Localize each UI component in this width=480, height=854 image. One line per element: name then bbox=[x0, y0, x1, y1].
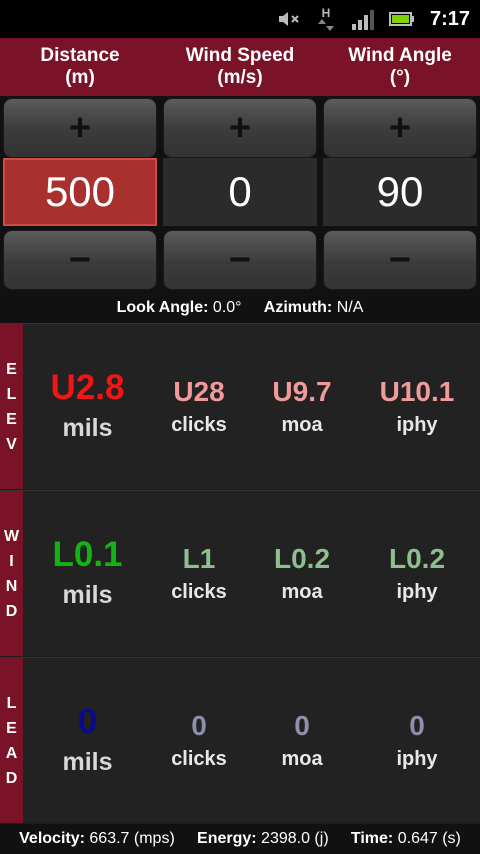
azimuth-label: Azimuth: bbox=[263, 299, 333, 316]
battery-icon bbox=[388, 0, 416, 38]
distance-value[interactable]: 500 bbox=[3, 158, 157, 226]
wind-panel: W I N D L0.1 mils L1 clicks L0.2 moa L0.… bbox=[0, 490, 480, 656]
label-letter: A bbox=[5, 744, 18, 762]
wind-speed-title: Wind Speed bbox=[185, 45, 295, 66]
wind-moa-unit: moa bbox=[281, 581, 323, 603]
wind-angle-unit: (°) bbox=[389, 67, 411, 88]
lead-moa: 0 moa bbox=[247, 710, 357, 771]
distance-decrement-button[interactable]: − bbox=[3, 230, 157, 290]
elevation-iphy-value: U10.1 bbox=[379, 376, 455, 407]
label-letter: L bbox=[6, 694, 17, 712]
label-letter: W bbox=[3, 527, 20, 545]
wind-clicks: L1 clicks bbox=[144, 543, 254, 604]
distance-unit: (m) bbox=[65, 67, 95, 88]
elevation-moa: U9.7 moa bbox=[247, 376, 357, 437]
wind-moa: L0.2 moa bbox=[247, 543, 357, 604]
lead-mils: 0 mils bbox=[25, 702, 150, 777]
azimuth-value: N/A bbox=[336, 299, 364, 316]
wind-mils-value: L0.1 bbox=[52, 535, 123, 574]
elevation-iphy-unit: iphy bbox=[396, 414, 438, 436]
wind-speed-unit: (m/s) bbox=[217, 67, 263, 88]
lead-clicks-value: 0 bbox=[191, 710, 207, 741]
label-letter: D bbox=[5, 602, 18, 620]
lead-iphy: 0 iphy bbox=[362, 710, 472, 771]
lead-moa-unit: moa bbox=[281, 748, 323, 770]
lead-clicks: 0 clicks bbox=[144, 710, 254, 771]
wind-speed-value[interactable]: 0 bbox=[163, 158, 317, 226]
wind-speed-header: Wind Speed (m/s) bbox=[160, 38, 320, 96]
parameter-header: Distance (m) Wind Speed (m/s) Wind Angle… bbox=[0, 38, 480, 96]
energy-value: 2398.0 (j) bbox=[261, 830, 329, 847]
data-network-icon: H bbox=[314, 0, 338, 38]
mute-icon bbox=[276, 0, 302, 38]
elevation-clicks-value: U28 bbox=[173, 376, 225, 407]
distance-increment-button[interactable]: + bbox=[3, 98, 157, 158]
label-letter: N bbox=[5, 577, 18, 595]
look-angle-row: Look Angle: 0.0° Azimuth: N/A bbox=[0, 292, 480, 323]
wind-iphy-unit: iphy bbox=[396, 581, 438, 603]
parameter-controls: + 500 − + 0 − + 90 − bbox=[0, 96, 480, 292]
velocity-label: Velocity: bbox=[19, 830, 85, 847]
elevation-panel-label: E L E V bbox=[0, 324, 23, 489]
network-type-label: H bbox=[321, 6, 331, 20]
wind-angle-header: Wind Angle (°) bbox=[320, 38, 480, 96]
distance-header: Distance (m) bbox=[0, 38, 160, 96]
label-letter: I bbox=[9, 552, 14, 570]
energy-label: Energy: bbox=[197, 830, 257, 847]
velocity-value: 663.7 (mps) bbox=[89, 830, 175, 847]
wind-speed-decrement-button[interactable]: − bbox=[163, 230, 317, 290]
look-angle-value: 0.0° bbox=[212, 299, 242, 316]
wind-iphy-value: L0.2 bbox=[388, 543, 446, 574]
wind-iphy: L0.2 iphy bbox=[362, 543, 472, 604]
signal-icon bbox=[350, 0, 376, 38]
wind-speed-increment-button[interactable]: + bbox=[163, 98, 317, 158]
time-value: 0.647 (s) bbox=[397, 830, 461, 847]
status-bar: H 7:17 bbox=[0, 0, 480, 38]
wind-angle-control: + 90 − bbox=[320, 96, 480, 292]
label-letter: E bbox=[6, 719, 17, 737]
look-angle-label: Look Angle: bbox=[116, 299, 209, 316]
wind-clicks-value: L1 bbox=[182, 543, 216, 574]
status-time: 7:17 bbox=[429, 8, 470, 30]
lead-moa-value: 0 bbox=[294, 710, 310, 741]
lead-mils-unit: mils bbox=[62, 748, 113, 776]
wind-angle-increment-button[interactable]: + bbox=[323, 98, 477, 158]
flight-stats-footer: Velocity: 663.7 (mps) Energy: 2398.0 (j)… bbox=[0, 824, 480, 854]
elevation-clicks-unit: clicks bbox=[171, 414, 227, 436]
elevation-panel: E L E V U2.8 mils U28 clicks U9.7 moa U1… bbox=[0, 323, 480, 489]
wind-moa-value: L0.2 bbox=[273, 543, 331, 574]
lead-iphy-value: 0 bbox=[409, 710, 425, 741]
lead-panel: L E A D 0 mils 0 clicks 0 moa 0 iphy bbox=[0, 657, 480, 823]
elevation-iphy: U10.1 iphy bbox=[362, 376, 472, 437]
wind-angle-decrement-button[interactable]: − bbox=[323, 230, 477, 290]
wind-mils-unit: mils bbox=[62, 581, 113, 609]
lead-iphy-unit: iphy bbox=[396, 748, 438, 770]
time-label: Time: bbox=[350, 830, 394, 847]
label-letter: D bbox=[5, 769, 18, 787]
label-letter: V bbox=[6, 435, 17, 453]
lead-mils-value: 0 bbox=[77, 702, 98, 741]
distance-title: Distance bbox=[40, 45, 120, 66]
wind-angle-value[interactable]: 90 bbox=[323, 158, 477, 226]
wind-clicks-unit: clicks bbox=[171, 581, 227, 603]
wind-speed-control: + 0 − bbox=[160, 96, 320, 292]
lead-clicks-unit: clicks bbox=[171, 748, 227, 770]
wind-mils: L0.1 mils bbox=[25, 535, 150, 610]
elevation-moa-value: U9.7 bbox=[272, 376, 332, 407]
distance-control: + 500 − bbox=[0, 96, 160, 292]
elevation-mils: U2.8 mils bbox=[25, 368, 150, 443]
elevation-clicks: U28 clicks bbox=[144, 376, 254, 437]
lead-panel-label: L E A D bbox=[0, 658, 23, 823]
label-letter: L bbox=[6, 385, 17, 403]
elevation-mils-unit: mils bbox=[62, 414, 113, 442]
wind-panel-label: W I N D bbox=[0, 491, 23, 656]
label-letter: E bbox=[6, 410, 17, 428]
elevation-moa-unit: moa bbox=[281, 414, 323, 436]
wind-angle-title: Wind Angle bbox=[348, 45, 452, 66]
elevation-mils-value: U2.8 bbox=[50, 368, 125, 407]
label-letter: E bbox=[6, 360, 17, 378]
